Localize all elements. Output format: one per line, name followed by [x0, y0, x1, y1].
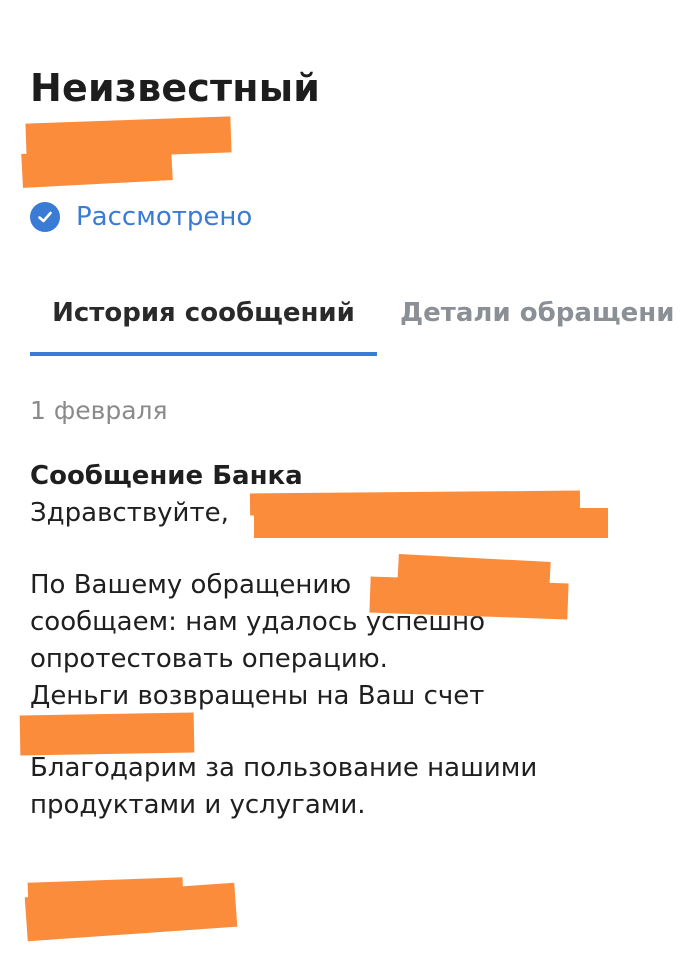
- status-row: Рассмотрено: [30, 200, 252, 234]
- message-line: По Вашему обращению: [30, 570, 352, 600]
- redaction-subtitle-2: [21, 146, 173, 188]
- message-line: опротестовать операцию.: [30, 644, 388, 674]
- message-line: Деньги возвращены на Ваш счет: [30, 681, 485, 711]
- tab-label: Детали обращени: [400, 298, 675, 328]
- redaction-account: [19, 712, 195, 756]
- redaction-request-number-2: [369, 576, 569, 620]
- tab-request-details[interactable]: Детали обращени: [400, 290, 674, 336]
- page-title: Неизвестный: [30, 66, 321, 110]
- check-circle-icon: [30, 202, 60, 232]
- message-line: сообщаем: нам удалось успешно: [30, 607, 486, 637]
- message-line: продуктами и услугами.: [30, 790, 366, 820]
- message-line: Благодарим за пользование нашими: [30, 753, 538, 783]
- redaction-name-2: [254, 508, 608, 538]
- tab-label: История сообщений: [52, 298, 355, 328]
- message-date: 1 февраля: [30, 396, 168, 425]
- status-label: Рассмотрено: [76, 202, 253, 232]
- tab-bar: История сообщений Детали обращени: [0, 290, 700, 360]
- message-sender: Сообщение Банка: [30, 461, 303, 491]
- tab-message-history[interactable]: История сообщений: [30, 290, 377, 356]
- active-tab-indicator: [30, 352, 377, 356]
